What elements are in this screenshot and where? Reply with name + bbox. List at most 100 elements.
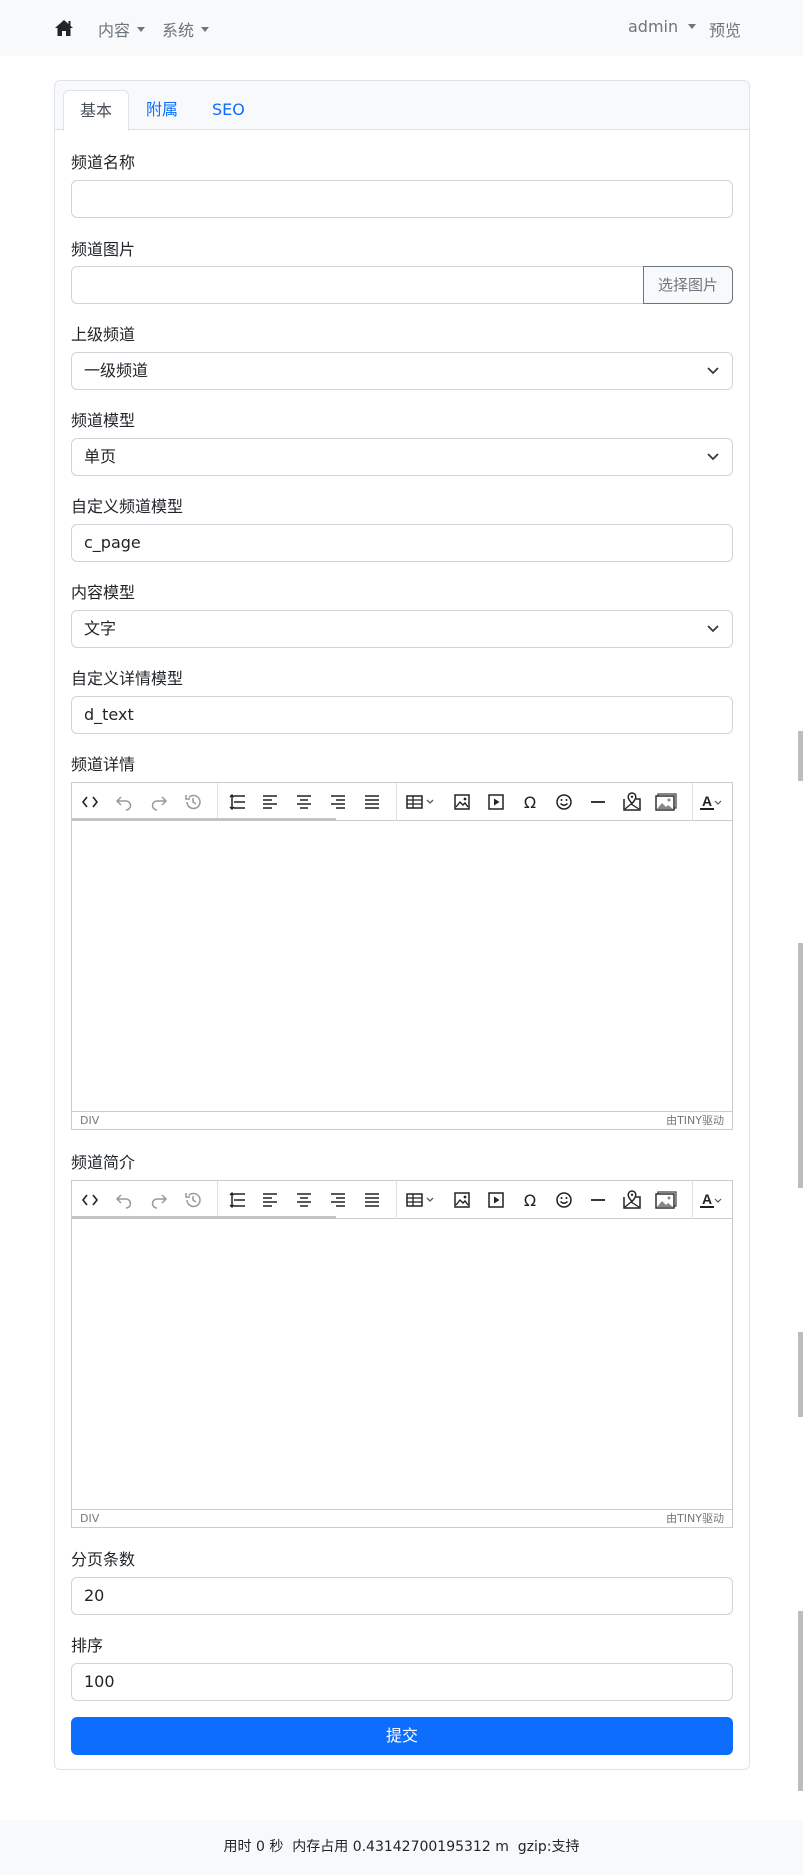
custom-channel-model-input[interactable]: c_page	[71, 524, 733, 562]
image-gallery-icon[interactable]	[652, 1187, 680, 1213]
table-icon[interactable]	[402, 1187, 440, 1213]
align-justify-icon[interactable]	[358, 789, 386, 815]
nav-system-label: 系统	[162, 21, 195, 40]
bdmap-icon[interactable]	[618, 1187, 646, 1213]
channel-image-input[interactable]	[72, 267, 642, 303]
undo-icon[interactable]	[110, 1187, 138, 1213]
forecolor-glyph: A	[700, 793, 715, 810]
channel-image-group: 选择图片	[71, 266, 733, 304]
chevron-down-icon	[707, 453, 719, 461]
emoticons-icon[interactable]	[550, 1187, 578, 1213]
align-left-icon[interactable]	[256, 1187, 284, 1213]
content-model-label: 内容模型	[71, 583, 136, 602]
caret-down-icon	[137, 26, 146, 32]
parent-channel-value: 一级频道	[84, 361, 149, 380]
page-footer: 用时 0 秒 内存占用 0.43142700195312 m gzip:支持	[0, 1820, 803, 1875]
content-model-select[interactable]: 文字	[71, 610, 733, 648]
channel-model-value: 单页	[84, 447, 117, 466]
editor-brand-link[interactable]: 由TINY驱动	[666, 1510, 724, 1527]
align-right-icon[interactable]	[324, 789, 352, 815]
media-icon[interactable]	[482, 1187, 510, 1213]
select-image-button[interactable]: 选择图片	[643, 266, 733, 304]
redo-icon[interactable]	[145, 1187, 173, 1213]
restore-draft-icon[interactable]	[179, 789, 207, 815]
image-gallery-icon[interactable]	[652, 789, 680, 815]
channel-form-card: 基本 附属 SEO 频道名称 频道图片 选择图片 上级频道 一级频道 频道模型 …	[54, 80, 750, 1770]
line-height-icon[interactable]	[223, 1187, 251, 1213]
charmap-icon[interactable]: Ω	[516, 1187, 544, 1213]
undo-icon[interactable]	[110, 789, 138, 815]
custom-detail-model-label: 自定义详情模型	[71, 669, 184, 688]
editor-toolbar: Ω A	[72, 783, 732, 821]
sort-label: 排序	[71, 1636, 104, 1655]
tab-basic[interactable]: 基本	[63, 90, 130, 131]
channel-name-input[interactable]	[71, 180, 733, 218]
chevron-down-icon	[707, 367, 719, 375]
image-icon[interactable]	[448, 1187, 476, 1213]
toolbar-scrollbar[interactable]	[72, 818, 336, 821]
forecolor-icon[interactable]: A	[700, 789, 732, 815]
channel-detail-label: 频道详情	[71, 755, 136, 774]
nav-user-dropdown[interactable]: admin	[628, 17, 697, 36]
toolbar-scrollbar[interactable]	[72, 1216, 336, 1219]
align-left-icon[interactable]	[256, 789, 284, 815]
image-icon[interactable]	[448, 789, 476, 815]
scroll-indicator	[798, 1611, 803, 1791]
scroll-indicator	[798, 943, 803, 1188]
bdmap-icon[interactable]	[618, 789, 646, 815]
submit-button[interactable]: 提交	[71, 1717, 733, 1755]
emoticons-icon[interactable]	[550, 789, 578, 815]
align-justify-icon[interactable]	[358, 1187, 386, 1213]
editor-element-path[interactable]: DIV	[80, 1510, 99, 1527]
scroll-indicator	[798, 731, 803, 781]
forecolor-icon[interactable]: A	[700, 1187, 732, 1213]
page-size-input[interactable]: 20	[71, 1577, 733, 1615]
media-icon[interactable]	[482, 789, 510, 815]
restore-draft-icon[interactable]	[179, 1187, 207, 1213]
custom-detail-model-input[interactable]: d_text	[71, 696, 733, 734]
line-height-icon[interactable]	[223, 789, 251, 815]
channel-model-label: 频道模型	[71, 411, 136, 430]
channel-intro-label: 频道简介	[71, 1153, 136, 1172]
editor-statusbar: DIV 由TINY驱动	[72, 1509, 732, 1527]
content-model-value: 文字	[84, 619, 117, 638]
editor-content-area[interactable]	[72, 1220, 732, 1510]
align-center-icon[interactable]	[290, 1187, 318, 1213]
forecolor-glyph: A	[700, 1191, 715, 1208]
tab-attached[interactable]: 附属	[130, 90, 194, 131]
charmap-icon[interactable]: Ω	[516, 789, 544, 815]
svg-text:Ω: Ω	[524, 1191, 536, 1209]
editor-brand-link[interactable]: 由TINY驱动	[666, 1112, 724, 1129]
channel-intro-editor: Ω A DIV 由TINY驱动	[71, 1180, 733, 1528]
editor-statusbar: DIV 由TINY驱动	[72, 1111, 732, 1129]
scroll-indicator	[798, 1332, 803, 1417]
align-center-icon[interactable]	[290, 789, 318, 815]
chevron-down-icon	[707, 625, 719, 633]
home-icon[interactable]	[54, 18, 74, 38]
channel-name-label: 频道名称	[71, 153, 136, 172]
channel-model-select[interactable]: 单页	[71, 438, 733, 476]
hr-icon[interactable]	[584, 789, 612, 815]
code-icon[interactable]	[76, 789, 104, 815]
nav-content-dropdown[interactable]: 内容	[98, 17, 146, 41]
nav-content-label: 内容	[98, 21, 131, 40]
caret-down-icon	[201, 26, 210, 32]
parent-channel-select[interactable]: 一级频道	[71, 352, 733, 390]
align-right-icon[interactable]	[324, 1187, 352, 1213]
table-icon[interactable]	[402, 789, 440, 815]
nav-preview-link[interactable]: 预览	[709, 17, 741, 41]
editor-element-path[interactable]: DIV	[80, 1112, 99, 1129]
custom-channel-model-label: 自定义频道模型	[71, 497, 184, 516]
nav-user-label: admin	[628, 17, 679, 36]
nav-system-dropdown[interactable]: 系统	[162, 17, 210, 41]
channel-image-label: 频道图片	[71, 240, 136, 259]
caret-down-icon	[688, 24, 697, 29]
hr-icon[interactable]	[584, 1187, 612, 1213]
tab-seo[interactable]: SEO	[196, 90, 261, 131]
code-icon[interactable]	[76, 1187, 104, 1213]
sort-input[interactable]: 100	[71, 1663, 733, 1701]
svg-text:Ω: Ω	[524, 793, 536, 811]
redo-icon[interactable]	[145, 789, 173, 815]
editor-content-area[interactable]	[72, 822, 732, 1112]
editor-toolbar: Ω A	[72, 1181, 732, 1219]
